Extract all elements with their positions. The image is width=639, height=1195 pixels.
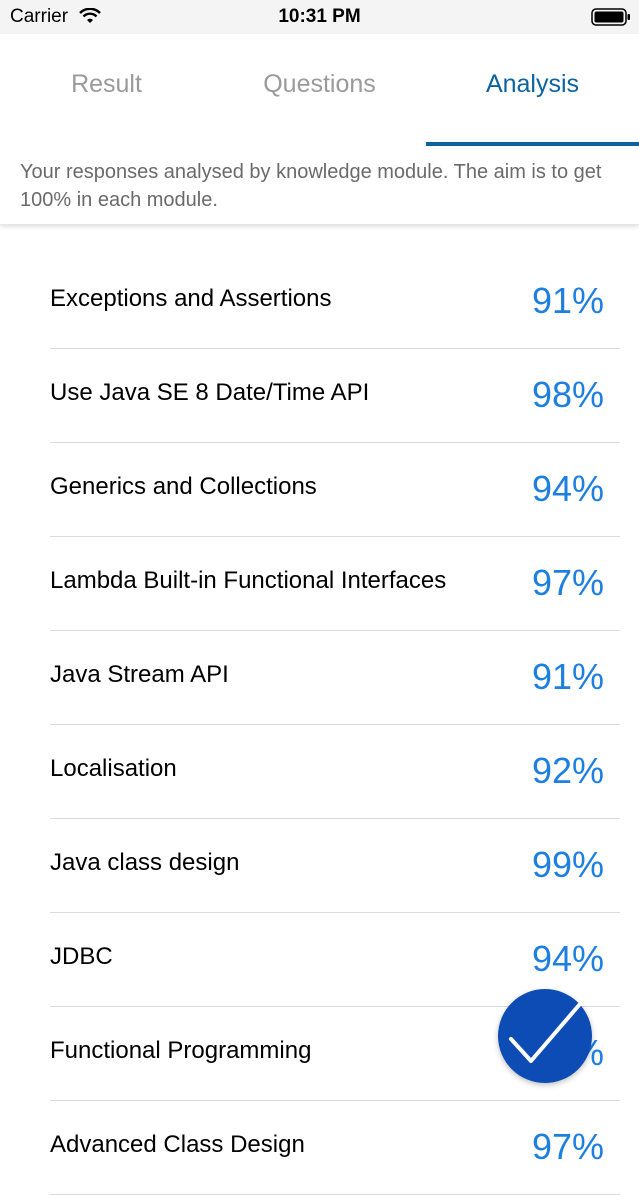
module-score: 98% — [531, 374, 604, 415]
module-name: Lambda Built-in Functional Interfaces — [50, 567, 447, 594]
list-item[interactable]: Advanced Class Design 97% — [50, 1101, 620, 1195]
clock: 10:31 PM — [278, 6, 361, 27]
list-item[interactable]: Generics and Collections 94% — [50, 443, 620, 537]
tab-questions[interactable]: Questions — [213, 70, 426, 99]
module-score: 99% — [531, 844, 604, 885]
module-name: Java Stream API — [50, 661, 229, 688]
intro-text: Your responses analysed by knowledge mod… — [20, 161, 602, 211]
status-bar: Carrier 10:31 PM — [0, 0, 639, 34]
module-score: 92% — [531, 750, 604, 791]
module-name: Advanced Class Design — [50, 1131, 305, 1158]
module-score: 94% — [531, 468, 604, 509]
list-item[interactable]: Localisation 92% — [50, 725, 620, 819]
module-name: Java class design — [50, 849, 240, 876]
list-item[interactable]: Exceptions and Assertions 91% — [50, 255, 620, 349]
list-item[interactable]: Java class design 99% — [50, 819, 620, 913]
header: Result Questions Analysis Your responses… — [0, 34, 639, 225]
list-item[interactable]: Java Stream API 91% — [50, 631, 620, 725]
module-score: 94% — [531, 938, 604, 979]
module-score: 91% — [531, 656, 604, 697]
done-fab-button[interactable] — [498, 989, 592, 1083]
module-name: JDBC — [50, 943, 113, 970]
tab-bar: Result Questions Analysis — [0, 34, 639, 147]
tab-analysis[interactable]: Analysis — [426, 70, 639, 99]
module-score: 97% — [531, 562, 604, 603]
module-score: 91% — [531, 280, 604, 321]
checkmark-icon — [509, 1002, 582, 1063]
tab-result[interactable]: Result — [0, 70, 213, 99]
module-score: 97% — [531, 1126, 604, 1167]
list-item[interactable]: Lambda Built-in Functional Interfaces 97… — [50, 537, 620, 631]
list-item[interactable]: Use Java SE 8 Date/Time API 98% — [50, 349, 620, 443]
module-name: Localisation — [50, 755, 177, 782]
module-name: Use Java SE 8 Date/Time API — [50, 379, 370, 406]
module-name: Exceptions and Assertions — [50, 285, 332, 312]
module-name: Generics and Collections — [50, 473, 317, 500]
module-name: Functional Programming — [50, 1037, 312, 1064]
active-tab-indicator — [426, 142, 639, 146]
battery-icon — [591, 8, 630, 26]
